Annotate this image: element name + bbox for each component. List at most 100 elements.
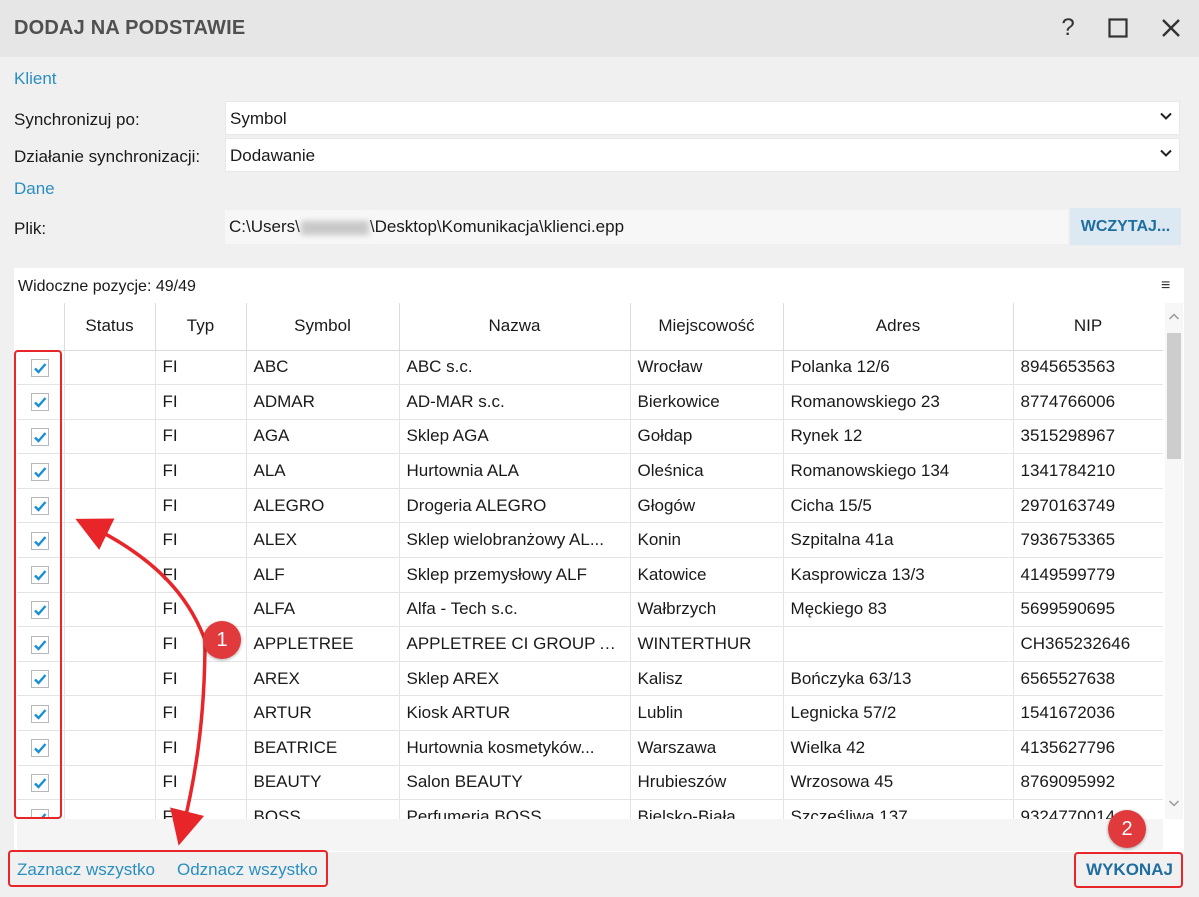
cell-nazwa: Salon BEAUTY <box>399 765 631 801</box>
cell-adres: Bończyka 63/13 <box>783 661 1014 697</box>
table-row[interactable]: FI ALF Sklep przemysłowy ALF Katowice Kaspro… <box>17 557 1163 593</box>
cell-miejscowosc: Bierkowice <box>630 384 784 420</box>
cell-miejscowosc: WINTERTHUR <box>630 626 784 662</box>
column-header-nip[interactable]: NIP <box>1013 303 1163 351</box>
cell-nazwa: Alfa - Tech s.c. <box>399 592 631 628</box>
cell-symbol: ALEX <box>246 522 400 559</box>
cell-nazwa: Kiosk ARTUR <box>399 695 631 732</box>
cell-nazwa: Hurtownia ALA <box>399 453 631 489</box>
scroll-down-icon[interactable] <box>1168 797 1180 809</box>
cell-adres: Szczęśliwa 137 <box>783 799 1014 819</box>
cell-typ: FI <box>155 695 247 732</box>
cell-miejscowosc: Warszawa <box>630 730 784 766</box>
cell-typ: FI <box>155 488 247 524</box>
column-header-nazwa[interactable]: Nazwa <box>399 303 631 351</box>
table-row[interactable]: FI ALA Hurtownia ALA Oleśnica Romanowskiego … <box>17 453 1163 489</box>
cell-nip: 6565527638 <box>1013 661 1163 697</box>
cell-nip: 4149599779 <box>1013 557 1163 593</box>
annotation-badge-2: 2 <box>1108 810 1146 848</box>
cell-miejscowosc: Kalisz <box>630 661 784 697</box>
cell-status <box>64 522 156 559</box>
cell-symbol: BOSS <box>246 799 400 819</box>
cell-symbol: BEATRICE <box>246 730 400 766</box>
cell-miejscowosc: Lublin <box>630 695 784 732</box>
file-label: Plik: <box>14 219 47 238</box>
table-row[interactable]: FI AGA Sklep AGA Gołdap Rynek 12 3515298967 <box>17 419 1163 455</box>
close-button[interactable] <box>1155 12 1187 44</box>
table-row[interactable]: FI APPLETREE APPLETREE CI GROUP AG WINTERTH… <box>17 626 1163 662</box>
cell-status <box>64 661 156 697</box>
cell-symbol: BEAUTY <box>246 765 400 801</box>
cell-adres: Legnicka 57/2 <box>783 695 1014 732</box>
sync-action-select[interactable]: Dodawanie <box>225 138 1180 172</box>
help-button[interactable]: ? <box>1052 12 1084 44</box>
chevron-down-icon <box>1160 149 1172 157</box>
column-header-symbol[interactable]: Symbol <box>246 303 400 351</box>
load-button[interactable]: WCZYTAJ... <box>1070 208 1181 245</box>
cell-adres: Wielka 42 <box>783 730 1014 766</box>
cell-nazwa: Sklep przemysłowy ALF <box>399 557 631 593</box>
grid-menu-icon[interactable]: ≡ <box>1161 277 1170 295</box>
cell-adres: Rynek 12 <box>783 419 1014 455</box>
cell-typ: FI <box>155 730 247 766</box>
cell-status <box>64 488 156 524</box>
sync-by-label: Synchronizuj po: <box>14 110 140 129</box>
title-bar: DODAJ NA PODSTAWIE ? <box>0 0 1199 57</box>
cell-adres: Romanowskiego 134 <box>783 453 1014 489</box>
cell-nip: 4135627796 <box>1013 730 1163 766</box>
cell-status <box>64 557 156 593</box>
maximize-button[interactable] <box>1102 12 1134 44</box>
cell-nip: 8769095992 <box>1013 765 1163 801</box>
table-row[interactable]: FI ABC ABC s.c. Wrocław Polanka 12/6 89456535… <box>17 350 1163 386</box>
window-title: DODAJ NA PODSTAWIE <box>14 17 246 39</box>
cell-symbol: ALA <box>246 453 400 489</box>
table-row[interactable]: FI ALFA Alfa - Tech s.c. Wałbrzych Męckiego … <box>17 592 1163 628</box>
cell-miejscowosc: Wrocław <box>630 350 784 386</box>
cell-adres: Wrzosowa 45 <box>783 765 1014 801</box>
table-row[interactable]: FI BEAUTY Salon BEAUTY Hrubieszów Wrzosowa 4… <box>17 765 1163 801</box>
cell-nip: 2970163749 <box>1013 488 1163 524</box>
table-row[interactable]: FI ADMAR AD-MAR s.c. Bierkowice Romanowskieg… <box>17 384 1163 420</box>
table-row[interactable]: FI ARTUR Kiosk ARTUR Lublin Legnicka 57/2 154… <box>17 695 1163 732</box>
cell-nazwa: Hurtownia kosmetyków... <box>399 730 631 766</box>
file-path-field[interactable]: C:\Users\ \Desktop\Komunikacja\klienci.ep… <box>225 210 1068 244</box>
column-header-select[interactable] <box>17 303 65 351</box>
column-header-adres[interactable]: Adres <box>783 303 1014 351</box>
cell-nazwa: ABC s.c. <box>399 350 631 386</box>
column-header-miejscowosc[interactable]: Miejscowość <box>630 303 784 351</box>
table-row[interactable]: FI ALEX Sklep wielobranżowy AL... Konin Szpi… <box>17 522 1163 559</box>
cell-adres: Romanowskiego 23 <box>783 384 1014 420</box>
cell-typ: FI <box>155 522 247 559</box>
column-header-status[interactable]: Status <box>64 303 156 351</box>
cell-nip: 5699590695 <box>1013 592 1163 628</box>
table-row[interactable]: FI ALEGRO Drogeria ALEGRO Głogów Cicha 15/5 2… <box>17 488 1163 524</box>
table-header: Status Typ Symbol Nazwa Miejscowość Adre… <box>17 303 1163 351</box>
table-row[interactable]: FI BEATRICE Hurtownia kosmetyków... Warszaw… <box>17 730 1163 766</box>
scrollbar-thumb[interactable] <box>1167 333 1181 459</box>
vertical-scrollbar[interactable] <box>1165 303 1183 819</box>
scroll-up-icon[interactable] <box>1168 311 1180 323</box>
cell-nazwa: AD-MAR s.c. <box>399 384 631 420</box>
cell-typ: FI <box>155 592 247 628</box>
cell-nip: 7936753365 <box>1013 522 1163 559</box>
help-icon: ? <box>1061 14 1075 41</box>
column-header-typ[interactable]: Typ <box>155 303 247 351</box>
cell-symbol: ALEGRO <box>246 488 400 524</box>
horizontal-scroll-area <box>17 819 1163 851</box>
cell-status <box>64 592 156 628</box>
cell-status <box>64 765 156 801</box>
close-icon <box>1162 19 1180 37</box>
cell-nazwa: Perfumeria BOSS <box>399 799 631 819</box>
cell-adres: Cicha 15/5 <box>783 488 1014 524</box>
cell-typ: FI <box>155 661 247 697</box>
cell-nip: 8774766006 <box>1013 384 1163 420</box>
annotation-badge-1: 1 <box>203 621 241 659</box>
cell-nazwa: Sklep AGA <box>399 419 631 455</box>
cell-miejscowosc: Wałbrzych <box>630 592 784 628</box>
cell-status <box>64 799 156 819</box>
table-row[interactable]: FI AREX Sklep AREX Kalisz Bończyka 63/13 6565… <box>17 661 1163 697</box>
file-path-suffix: \Desktop\Komunikacja\klienci.epp <box>369 217 625 236</box>
table-row[interactable]: FI BOSS Perfumeria BOSS Bielsko-Biała Szczęś… <box>17 799 1163 819</box>
cell-symbol: ARTUR <box>246 695 400 732</box>
sync-by-select[interactable]: Symbol <box>225 101 1180 135</box>
